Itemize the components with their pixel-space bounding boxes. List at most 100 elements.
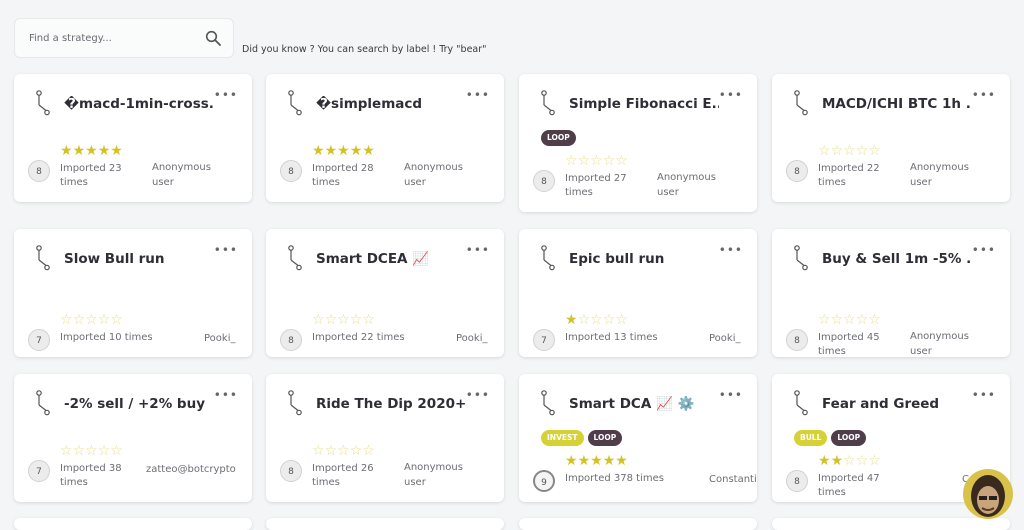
more-options-icon[interactable]: •••	[466, 243, 490, 257]
star-empty-icon[interactable]: ☆	[362, 443, 375, 459]
more-options-icon[interactable]: •••	[214, 243, 238, 257]
star-filled-icon[interactable]: ★	[831, 453, 844, 469]
star-empty-icon[interactable]: ☆	[73, 443, 86, 459]
star-filled-icon[interactable]: ★	[578, 453, 591, 469]
rating-stars[interactable]: ☆☆☆☆☆	[565, 154, 628, 168]
star-empty-icon[interactable]: ☆	[843, 312, 856, 328]
star-filled-icon[interactable]: ★	[337, 143, 350, 159]
rating-stars[interactable]: ★★★★★	[312, 144, 375, 158]
author-name[interactable]: Anonymous user	[404, 460, 474, 490]
star-empty-icon[interactable]: ☆	[831, 312, 844, 328]
card-title[interactable]: �macd-1min-cross...	[64, 96, 214, 112]
star-filled-icon[interactable]: ★	[603, 453, 616, 469]
more-options-icon[interactable]: •••	[214, 88, 238, 102]
card-title[interactable]: Slow Bull run	[64, 251, 214, 267]
more-options-icon[interactable]: •••	[214, 388, 238, 402]
star-empty-icon[interactable]: ☆	[818, 312, 831, 328]
strategy-card[interactable]: �macd-1min-cross... ••• ★★★★★ 8 Imported 23 …	[14, 74, 252, 202]
strategy-card[interactable]: MACD/ICHI BTC 1h ... ••• ☆☆☆☆☆ 8 Imported 22…	[772, 74, 1010, 202]
rating-stars[interactable]: ☆☆☆☆☆	[312, 444, 375, 458]
star-empty-icon[interactable]: ☆	[615, 312, 628, 328]
author-name[interactable]: Anonymous user	[404, 160, 474, 190]
star-empty-icon[interactable]: ☆	[337, 443, 350, 459]
rating-stars[interactable]: ☆☆☆☆☆	[818, 313, 881, 327]
star-empty-icon[interactable]: ☆	[578, 312, 591, 328]
star-empty-icon[interactable]: ☆	[73, 312, 86, 328]
strategy-card[interactable]: -2% sell / +2% buy ••• ☆☆☆☆☆ 7 Imported 38 t…	[14, 374, 252, 502]
star-empty-icon[interactable]: ☆	[856, 312, 869, 328]
star-filled-icon[interactable]: ★	[565, 453, 578, 469]
star-filled-icon[interactable]: ★	[85, 143, 98, 159]
star-empty-icon[interactable]: ☆	[856, 453, 869, 469]
card-title[interactable]: Simple Fibonacci E...	[569, 96, 719, 112]
strategy-card-partial[interactable]	[14, 518, 252, 530]
star-filled-icon[interactable]: ★	[590, 453, 603, 469]
user-avatar-icon[interactable]	[962, 466, 1014, 522]
card-title[interactable]: -2% sell / +2% buy	[64, 396, 214, 412]
star-empty-icon[interactable]: ☆	[85, 443, 98, 459]
more-options-icon[interactable]: •••	[719, 388, 743, 402]
rating-stars[interactable]: ☆☆☆☆☆	[60, 313, 123, 327]
star-empty-icon[interactable]: ☆	[85, 312, 98, 328]
more-options-icon[interactable]: •••	[466, 88, 490, 102]
star-empty-icon[interactable]: ☆	[350, 443, 363, 459]
strategy-card[interactable]: Smart DCA 📈 ⚙️ ••• INVEST LOOP ★★★★★ 9 Importe…	[519, 374, 757, 502]
star-filled-icon[interactable]: ★	[350, 143, 363, 159]
author-name[interactable]: Constantin	[709, 472, 757, 487]
star-empty-icon[interactable]: ☆	[312, 443, 325, 459]
star-empty-icon[interactable]: ☆	[110, 312, 123, 328]
star-empty-icon[interactable]: ☆	[590, 153, 603, 169]
star-filled-icon[interactable]: ★	[818, 453, 831, 469]
author-name[interactable]: zatteo@botcrypto	[146, 462, 246, 477]
card-title[interactable]: Fear and Greed	[822, 396, 972, 412]
star-empty-icon[interactable]: ☆	[856, 143, 869, 159]
more-options-icon[interactable]: •••	[972, 88, 996, 102]
rating-stars[interactable]: ★★☆☆☆	[818, 454, 881, 468]
star-empty-icon[interactable]: ☆	[868, 143, 881, 159]
star-filled-icon[interactable]: ★	[325, 143, 338, 159]
star-empty-icon[interactable]: ☆	[843, 453, 856, 469]
rating-stars[interactable]: ★★★★★	[60, 144, 123, 158]
card-title[interactable]: Epic bull run	[569, 251, 719, 267]
search-input[interactable]	[15, 19, 209, 57]
card-title[interactable]: �simplemacd	[316, 96, 466, 112]
card-title[interactable]: Ride The Dip 2020+	[316, 396, 466, 412]
star-empty-icon[interactable]: ☆	[110, 443, 123, 459]
star-empty-icon[interactable]: ☆	[337, 312, 350, 328]
label-badge[interactable]: LOOP	[587, 430, 623, 446]
rating-stars[interactable]: ☆☆☆☆☆	[312, 313, 375, 327]
star-empty-icon[interactable]: ☆	[603, 153, 616, 169]
rating-stars[interactable]: ☆☆☆☆☆	[60, 444, 123, 458]
author-name[interactable]: Pooki_	[204, 331, 252, 346]
label-badge[interactable]: INVEST	[541, 430, 584, 446]
rating-stars[interactable]: ☆☆☆☆☆	[818, 144, 881, 158]
more-options-icon[interactable]: •••	[719, 88, 743, 102]
star-empty-icon[interactable]: ☆	[578, 153, 591, 169]
star-filled-icon[interactable]: ★	[565, 312, 578, 328]
card-title[interactable]: MACD/ICHI BTC 1h ...	[822, 96, 972, 112]
star-empty-icon[interactable]: ☆	[565, 153, 578, 169]
star-empty-icon[interactable]: ☆	[60, 443, 73, 459]
star-filled-icon[interactable]: ★	[110, 143, 123, 159]
star-empty-icon[interactable]: ☆	[325, 312, 338, 328]
author-name[interactable]: Anonymous user	[910, 329, 980, 357]
strategy-card[interactable]: �simplemacd ••• ★★★★★ 8 Imported 28 times Ano…	[266, 74, 504, 202]
star-empty-icon[interactable]: ☆	[98, 443, 111, 459]
label-badge[interactable]: BULL	[794, 430, 828, 446]
search-icon[interactable]	[205, 30, 221, 46]
strategy-card[interactable]: Ride The Dip 2020+ ••• ☆☆☆☆☆ 8 Imported 26 t…	[266, 374, 504, 502]
card-title[interactable]: Smart DCEA 📈	[316, 251, 466, 267]
author-name[interactable]: Anonymous user	[657, 170, 727, 200]
star-filled-icon[interactable]: ★	[98, 143, 111, 159]
star-empty-icon[interactable]: ☆	[325, 443, 338, 459]
star-empty-icon[interactable]: ☆	[615, 153, 628, 169]
star-empty-icon[interactable]: ☆	[868, 453, 881, 469]
star-empty-icon[interactable]: ☆	[98, 312, 111, 328]
star-empty-icon[interactable]: ☆	[843, 143, 856, 159]
author-name[interactable]: Pooki_	[709, 331, 757, 346]
card-title[interactable]: Buy & Sell 1m -5% ...	[822, 251, 972, 267]
star-filled-icon[interactable]: ★	[615, 453, 628, 469]
strategy-card[interactable]: Smart DCEA 📈 ••• ☆☆☆☆☆ 8 Imported 22 times Po…	[266, 229, 504, 357]
star-empty-icon[interactable]: ☆	[350, 312, 363, 328]
more-options-icon[interactable]: •••	[466, 388, 490, 402]
